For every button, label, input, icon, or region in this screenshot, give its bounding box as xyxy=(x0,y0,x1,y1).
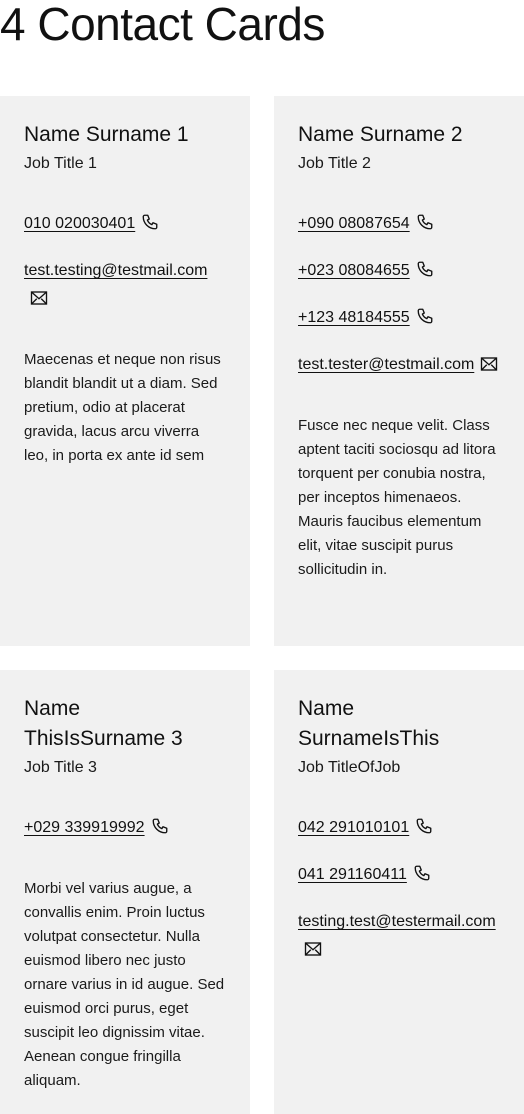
card-job-title: Job TitleOfJob xyxy=(298,759,401,776)
contact-card-3: Name ThisIsSurname 3 Job Title 3 +029 33… xyxy=(0,670,250,1114)
phone-entry: +023 08084655 xyxy=(298,257,500,288)
page-title: 4 Contact Cards xyxy=(0,0,325,50)
phone-link[interactable]: +123 48184555 xyxy=(298,309,410,326)
card-job-title: Job Title 3 xyxy=(24,759,97,776)
phone-link[interactable]: 042 291010101 xyxy=(298,819,409,836)
contact-card-2: Name Surname 2 Job Title 2 +090 08087654… xyxy=(274,96,524,646)
email-entry: test.tester@testmail.com xyxy=(298,351,500,382)
card-bio: Fusce nec neque velit. Class aptent taci… xyxy=(298,417,496,578)
envelope-icon xyxy=(480,354,498,382)
phone-entry: +123 48184555 xyxy=(298,304,500,335)
phone-icon xyxy=(413,864,431,892)
card-bio: Maecenas et neque non risus blandit blan… xyxy=(24,351,221,464)
envelope-icon xyxy=(304,939,322,967)
phone-entry: 010 020030401 xyxy=(24,210,226,241)
phone-link[interactable]: 010 020030401 xyxy=(24,215,135,232)
card-contacts: 042 291010101 041 291160411 testing.test… xyxy=(298,814,500,967)
phone-link[interactable]: 041 291160411 xyxy=(298,866,407,883)
contact-card-1: Name Surname 1 Job Title 1 010 020030401… xyxy=(0,96,250,646)
envelope-icon xyxy=(30,288,48,316)
phone-icon xyxy=(416,260,434,288)
phone-entry: +090 08087654 xyxy=(298,210,500,241)
card-job-title: Job Title 2 xyxy=(298,155,371,172)
contact-cards-grid: Name Surname 1 Job Title 1 010 020030401… xyxy=(0,96,524,1114)
card-bio: Morbi vel varius augue, a convallis enim… xyxy=(24,880,225,1089)
card-name: Name SurnameIsThis xyxy=(298,697,440,750)
card-contacts: +090 08087654 +023 08084655 +123 4818455… xyxy=(298,210,500,382)
card-job-title: Job Title 1 xyxy=(24,155,97,172)
email-link[interactable]: test.testing@testmail.com xyxy=(24,262,207,279)
card-contacts: +029 339919992 xyxy=(24,814,226,845)
email-link[interactable]: test.tester@testmail.com xyxy=(298,356,474,373)
phone-icon xyxy=(416,307,434,335)
phone-link[interactable]: +023 08084655 xyxy=(298,262,410,279)
phone-entry: 041 291160411 xyxy=(298,861,500,892)
phone-icon xyxy=(416,213,434,241)
phone-icon xyxy=(151,817,169,845)
email-entry: testing.test@testermail.com xyxy=(298,908,500,967)
phone-icon xyxy=(415,817,433,845)
card-contacts: 010 020030401 test.testing@testmail.com xyxy=(24,210,226,316)
contact-card-4: Name SurnameIsThis Job TitleOfJob 042 29… xyxy=(274,670,524,1114)
phone-entry: +029 339919992 xyxy=(24,814,226,845)
phone-link[interactable]: +029 339919992 xyxy=(24,819,145,836)
email-link[interactable]: testing.test@testermail.com xyxy=(298,913,496,930)
phone-icon xyxy=(141,213,159,241)
email-entry: test.testing@testmail.com xyxy=(24,257,226,316)
card-name: Name ThisIsSurname 3 xyxy=(24,697,183,750)
phone-link[interactable]: +090 08087654 xyxy=(298,215,410,232)
card-name: Name Surname 1 xyxy=(24,123,189,146)
phone-entry: 042 291010101 xyxy=(298,814,500,845)
card-name: Name Surname 2 xyxy=(298,123,463,146)
